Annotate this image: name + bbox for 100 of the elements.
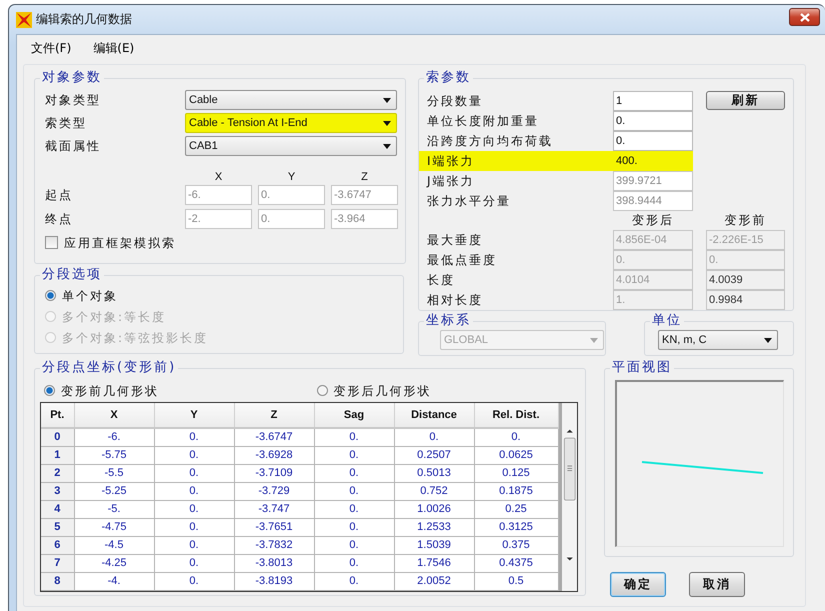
table-cell: -4.5: [74, 536, 154, 554]
table-cell: -3.747: [234, 500, 314, 518]
dropdown[interactable]: Cable: [185, 90, 397, 110]
table-cell: -3.729: [234, 482, 314, 500]
menu-item[interactable]: 文件(F): [27, 38, 76, 58]
table-cell: 0.25: [474, 500, 558, 518]
table-cell: 0.: [314, 428, 394, 446]
input-field[interactable]: 1: [613, 91, 693, 111]
dropdown[interactable]: Cable - Tension At I-End: [185, 113, 397, 133]
group-title: 分段选项: [40, 267, 104, 283]
table-cell: -3.6928: [234, 446, 314, 464]
table-cell: 0.: [154, 518, 234, 536]
table-cell: -5.75: [74, 446, 154, 464]
radio-button[interactable]: [316, 385, 328, 396]
column-label: 变形前: [724, 213, 768, 229]
input-field[interactable]: 0.: [613, 111, 693, 131]
table-cell: 0.: [314, 572, 394, 590]
table-cell: -6.: [74, 428, 154, 446]
caret-icon: [764, 338, 772, 342]
radio-label: 多个对象:等长度: [62, 308, 166, 326]
field-label: 对象类型: [45, 92, 102, 109]
table-cell: 0.: [314, 446, 394, 464]
column-header[interactable]: X: [74, 403, 154, 428]
checkbox[interactable]: [45, 236, 58, 249]
group-title: 对象参数: [40, 70, 104, 86]
field-label: 截面属性: [45, 138, 102, 155]
field-label: 索类型: [45, 115, 88, 132]
table-cell: 0.: [314, 554, 394, 572]
field-label: I端张力: [419, 151, 613, 171]
ok-button[interactable]: 确定: [610, 572, 666, 597]
table-cell: 0.2507: [394, 446, 474, 464]
table-cell: -3.8193: [234, 572, 314, 590]
table-cell: 1.0026: [394, 500, 474, 518]
table-cell: 0.: [154, 482, 234, 500]
row-header: 5: [41, 518, 74, 536]
dropdown[interactable]: KN, m, C: [658, 330, 778, 350]
input-field[interactable]: 400.: [613, 151, 693, 171]
dropdown[interactable]: CAB1: [185, 136, 397, 156]
menu-item[interactable]: 编辑(E): [89, 38, 138, 58]
caret-icon: [383, 98, 391, 102]
field-label: 张力水平分量: [426, 193, 512, 210]
input-field[interactable]: 0.: [613, 131, 693, 151]
group-title: 分段点坐标(变形前): [40, 360, 178, 376]
field-label: 最大垂度: [426, 232, 484, 249]
table-cell: 0.: [154, 446, 234, 464]
table-cell: 0.: [314, 518, 394, 536]
cancel-button[interactable]: 取消: [689, 572, 745, 597]
column-header[interactable]: Z: [234, 403, 314, 428]
axis-label: Z: [360, 170, 369, 185]
field-label: 单位长度附加重量: [426, 113, 540, 130]
table-cell: -4.: [74, 572, 154, 590]
table-cell: 0.752: [394, 482, 474, 500]
field-label: 起点: [45, 187, 74, 204]
radio-button[interactable]: [45, 290, 56, 301]
close-button[interactable]: [789, 8, 820, 26]
field-label: 终点: [45, 211, 74, 228]
field-label: 沿跨度方向均布荷载: [426, 133, 554, 150]
table-cell: -3.8013: [234, 554, 314, 572]
table-cell: 0.: [154, 500, 234, 518]
caret-icon: [383, 120, 391, 126]
table-cell: 0.: [314, 482, 394, 500]
radio-label: 单个对象: [62, 288, 118, 304]
table-cell: -3.7651: [234, 518, 314, 536]
table-cell: 0.4375: [474, 554, 558, 572]
column-header[interactable]: Sag: [314, 403, 394, 428]
table-cell: 0.5013: [394, 464, 474, 482]
axis-label: Y: [286, 170, 296, 185]
group-title: 索参数: [424, 70, 473, 86]
input-field[interactable]: 4.0039: [706, 270, 785, 290]
table-cell: 0.: [474, 428, 558, 446]
table-cell: 0.: [154, 428, 234, 446]
table-cell: 0.: [314, 500, 394, 518]
radio-button[interactable]: [44, 385, 55, 396]
table-cell: 0.: [154, 464, 234, 482]
row-header: 3: [41, 482, 74, 500]
window-title: 编辑索的几何数据: [36, 11, 132, 28]
table-cell: 0.: [154, 536, 234, 554]
field-label: 分段数量: [426, 93, 484, 110]
table-cell: 0.: [154, 572, 234, 590]
table-cell: -5.: [74, 500, 154, 518]
table-cell: 0.: [314, 464, 394, 482]
column-header[interactable]: Y: [154, 403, 234, 428]
scrollbar[interactable]: [558, 403, 577, 591]
column-header[interactable]: Distance: [394, 403, 474, 428]
refresh-button[interactable]: 刷新: [706, 91, 785, 110]
table-cell: 1.5039: [394, 536, 474, 554]
table-cell: 0.: [154, 554, 234, 572]
app-logo-icon: [16, 12, 32, 28]
table-cell: 0.5: [474, 572, 558, 590]
table-cell: -3.7832: [234, 536, 314, 554]
table-cell: 0.3125: [474, 518, 558, 536]
row-header: 0: [41, 428, 74, 446]
radio-label: 多个对象:等弦投影长度: [62, 330, 208, 346]
table-cell: -4.75: [74, 518, 154, 536]
column-label: 变形后: [631, 213, 675, 229]
column-header[interactable]: Pt.: [41, 403, 74, 428]
field-label: J端张力: [425, 173, 476, 190]
column-header[interactable]: Rel. Dist.: [474, 403, 558, 428]
table-cell: 2.0052: [394, 572, 474, 590]
input-field[interactable]: 0.9984: [706, 290, 785, 310]
